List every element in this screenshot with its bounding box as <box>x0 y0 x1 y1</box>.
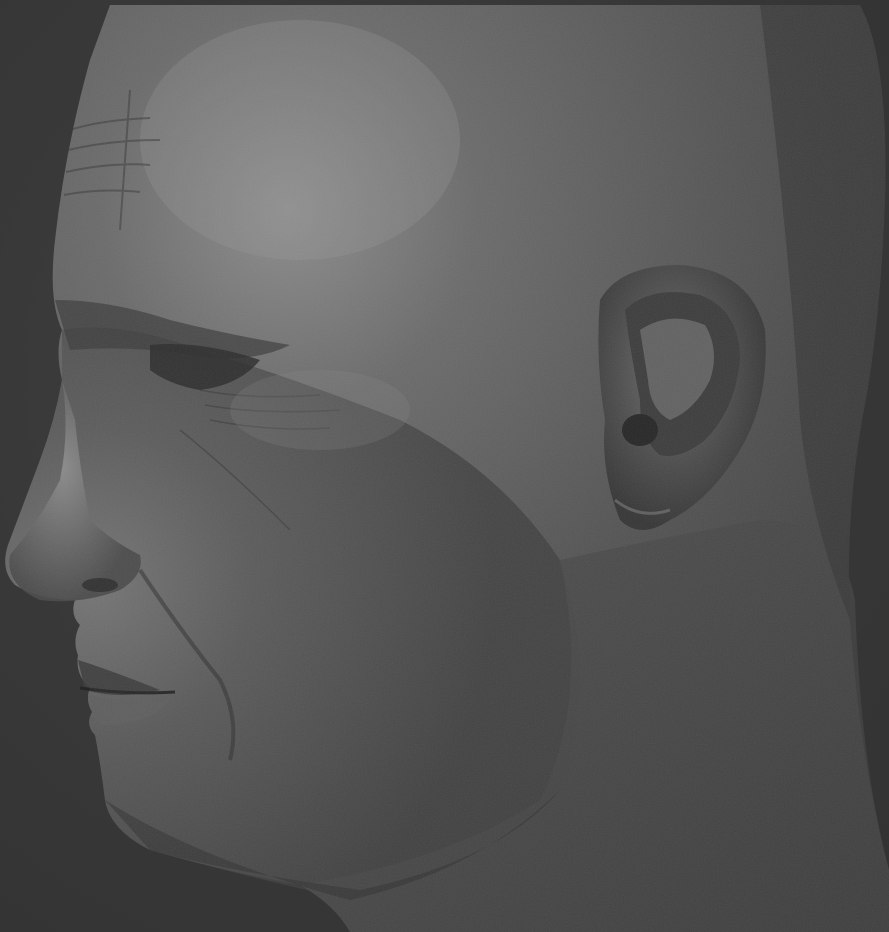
sculpt-render <box>5 5 889 932</box>
render-viewport[interactable] <box>0 0 889 932</box>
skin-texture <box>5 5 889 932</box>
